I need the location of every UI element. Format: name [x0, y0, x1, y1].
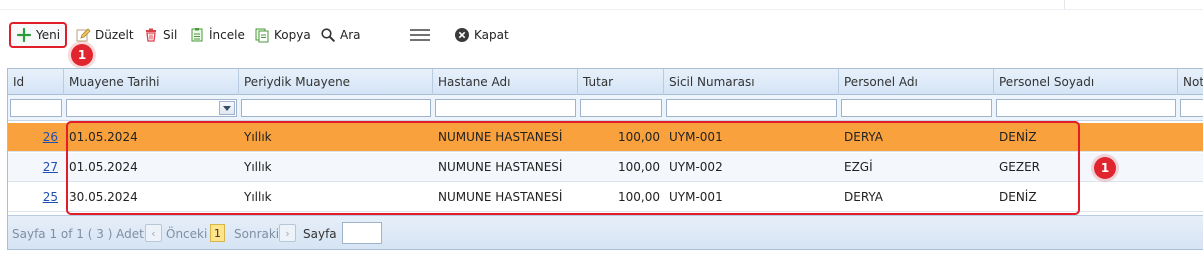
pager: Sayfa 1 of 1 ( 3 ) Adet ‹ Önceki 1 Sonra…	[8, 215, 1203, 249]
copy-button[interactable]: Kopya	[254, 18, 311, 52]
row-date: 01.05.2024	[69, 130, 138, 144]
page-label: Sayfa	[303, 227, 337, 241]
current-page[interactable]: 1	[210, 224, 225, 242]
row-id-link[interactable]: 25	[8, 183, 58, 212]
trash-icon	[143, 27, 159, 43]
pager-summary: Sayfa 1 of 1 ( 3 ) Adet	[12, 227, 144, 241]
inspect-button[interactable]: İncele	[189, 18, 245, 52]
step-badge-new: 1	[71, 44, 93, 66]
filter-row	[8, 95, 1203, 121]
step-badge-rows: 1	[1094, 157, 1116, 179]
prev-page-label[interactable]: Önceki	[166, 227, 207, 241]
filter-periodic-input[interactable]	[241, 99, 431, 117]
new-button-label: Yeni	[36, 28, 61, 42]
filter-hospital-input[interactable]	[435, 99, 576, 117]
row-id-link[interactable]: 26	[8, 123, 58, 152]
filter-amount-input[interactable]	[580, 99, 662, 117]
row-surname: GEZER	[999, 160, 1041, 174]
filter-date-dropdown[interactable]	[219, 101, 235, 115]
table-row[interactable]: 26 01.05.2024 Yıllık NUMUNE HASTANESİ 10…	[8, 123, 1203, 152]
filter-note-input[interactable]	[1180, 99, 1203, 117]
chevron-left-icon: ‹	[151, 226, 156, 240]
row-name: EZGİ	[844, 160, 873, 174]
hamburger-menu-icon	[409, 27, 431, 43]
row-hospital: NUMUNE HASTANESİ	[438, 130, 563, 144]
plus-icon	[16, 27, 32, 43]
column-header-hospital[interactable]: Hastane Adı	[433, 69, 578, 95]
row-surname: DENİZ	[999, 190, 1037, 204]
filter-sicil-input[interactable]	[666, 99, 837, 117]
filter-id-input[interactable]	[10, 99, 62, 117]
column-header-date[interactable]: Muayene Tarihi	[64, 69, 239, 95]
new-button[interactable]: Yeni	[16, 18, 60, 52]
next-page-button[interactable]: ›	[279, 224, 296, 242]
filter-surname-input[interactable]	[996, 99, 1176, 117]
row-name: DERYA	[844, 190, 883, 204]
delete-button-label: Sil	[163, 28, 178, 42]
search-icon	[320, 27, 336, 43]
top-band	[0, 0, 1203, 10]
column-header-surname[interactable]: Personel Soyadı	[994, 69, 1178, 95]
prev-page-button[interactable]: ‹	[145, 224, 162, 242]
table-row[interactable]: 27 01.05.2024 Yıllık NUMUNE HASTANESİ 10…	[8, 153, 1203, 182]
edit-button-label: Düzelt	[95, 28, 134, 42]
filter-date-input[interactable]	[66, 99, 237, 117]
row-sicil: UYM-001	[669, 190, 723, 204]
row-sicil: UYM-001	[669, 130, 723, 144]
close-button-label: Kapat	[474, 28, 509, 42]
data-grid: Id Muayene Tarihi Periydik Muayene Hasta…	[7, 68, 1203, 250]
copy-icon	[254, 27, 270, 43]
filter-name-input[interactable]	[841, 99, 992, 117]
copy-button-label: Kopya	[274, 28, 311, 42]
search-button[interactable]: Ara	[320, 18, 361, 52]
search-button-label: Ara	[340, 28, 361, 42]
row-amount: 100,00	[618, 190, 660, 204]
row-hospital: NUMUNE HASTANESİ	[438, 190, 563, 204]
row-sicil: UYM-002	[669, 160, 723, 174]
column-header-note[interactable]: Not	[1178, 69, 1203, 95]
chevron-down-icon	[223, 105, 231, 111]
close-button[interactable]: Kapat	[454, 18, 509, 52]
grid-header: Id Muayene Tarihi Periydik Muayene Hasta…	[8, 69, 1203, 95]
column-header-name[interactable]: Personel Adı	[839, 69, 994, 95]
chevron-right-icon: ›	[285, 226, 290, 240]
page-number-input[interactable]	[342, 222, 382, 244]
close-circle-icon	[454, 27, 470, 43]
column-header-periodic[interactable]: Periydik Muayene	[239, 69, 433, 95]
next-page-label[interactable]: Sonraki	[234, 227, 279, 241]
column-header-id[interactable]: Id	[8, 69, 64, 95]
row-date: 30.05.2024	[69, 190, 138, 204]
row-date: 01.05.2024	[69, 160, 138, 174]
document-list-icon	[189, 27, 205, 43]
column-header-sicil[interactable]: Sicil Numarası	[664, 69, 839, 95]
row-hospital: NUMUNE HASTANESİ	[438, 160, 563, 174]
inspect-button-label: İncele	[209, 28, 245, 42]
toolbar: Yeni Düzelt Sil İncele Kopya Ara Kapat	[0, 18, 1203, 54]
pencil-icon	[75, 27, 91, 43]
row-amount: 100,00	[618, 130, 660, 144]
top-separator	[1064, 0, 1065, 9]
table-row[interactable]: 25 30.05.2024 Yıllık NUMUNE HASTANESİ 10…	[8, 183, 1203, 212]
row-id-link[interactable]: 27	[8, 153, 58, 182]
row-amount: 100,00	[618, 160, 660, 174]
row-periodic: Yıllık	[244, 190, 272, 204]
delete-button[interactable]: Sil	[143, 18, 177, 52]
row-surname: DENİZ	[999, 130, 1037, 144]
menu-button[interactable]	[409, 18, 431, 52]
row-periodic: Yıllık	[244, 130, 272, 144]
column-header-amount[interactable]: Tutar	[578, 69, 664, 95]
row-periodic: Yıllık	[244, 160, 272, 174]
row-name: DERYA	[844, 130, 883, 144]
